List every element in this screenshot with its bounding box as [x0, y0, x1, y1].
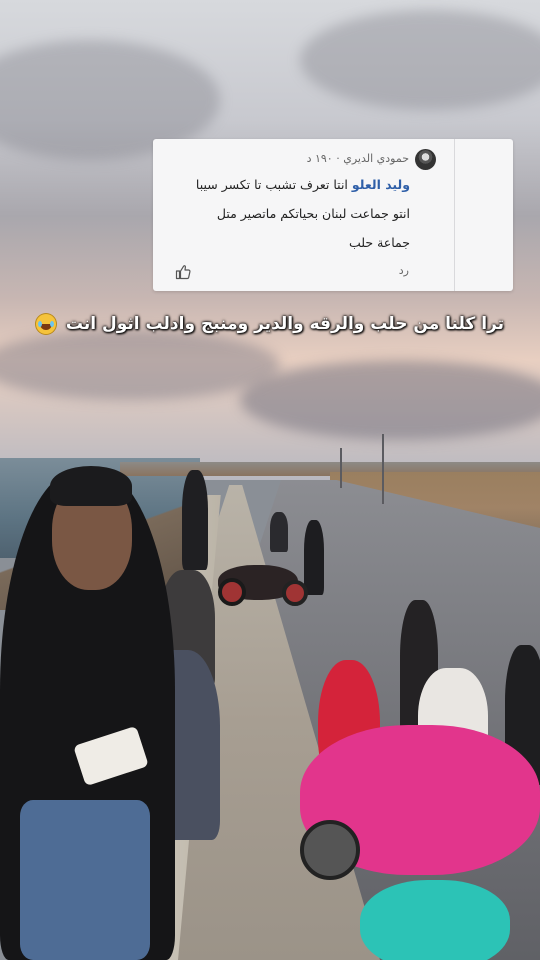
jeans — [20, 800, 150, 960]
wheel — [300, 820, 360, 880]
wheel — [218, 578, 246, 606]
street-lamp — [340, 448, 342, 488]
comment-time: ١٩٠ د — [306, 152, 333, 165]
cap — [50, 466, 132, 506]
comment-text: وليد العلو انتا تعرف تشبب تا تكسر سيبا ا… — [188, 170, 410, 257]
wheel — [282, 580, 308, 606]
person — [304, 520, 324, 595]
caption-text: ترا كلنا من حلب والرقه والدير ومنبج وادل… — [65, 314, 504, 334]
thumbs-up-icon[interactable] — [175, 264, 191, 280]
avatar-icon[interactable] — [415, 149, 436, 170]
comment-meta: حمودي الديري · ١٩٠ د — [307, 152, 409, 165]
teal-scooter — [360, 880, 510, 960]
card-divider — [454, 139, 455, 291]
person — [182, 470, 208, 570]
reply-button[interactable]: رد — [399, 264, 409, 277]
meta-separator: · — [336, 152, 340, 165]
comment-mention[interactable]: وليد العلو — [352, 177, 410, 192]
video-caption: ترا كلنا من حلب والرقه والدير ومنبج وادل… — [35, 314, 504, 334]
face-with-tears-of-joy-icon — [35, 314, 56, 334]
comment-author[interactable]: حمودي الديري — [343, 152, 409, 165]
cloud — [240, 360, 540, 440]
rider — [270, 512, 288, 552]
street-lamp — [382, 434, 384, 504]
comment-card: حمودي الديري · ١٩٠ د وليد العلو انتا تعر… — [153, 139, 513, 291]
